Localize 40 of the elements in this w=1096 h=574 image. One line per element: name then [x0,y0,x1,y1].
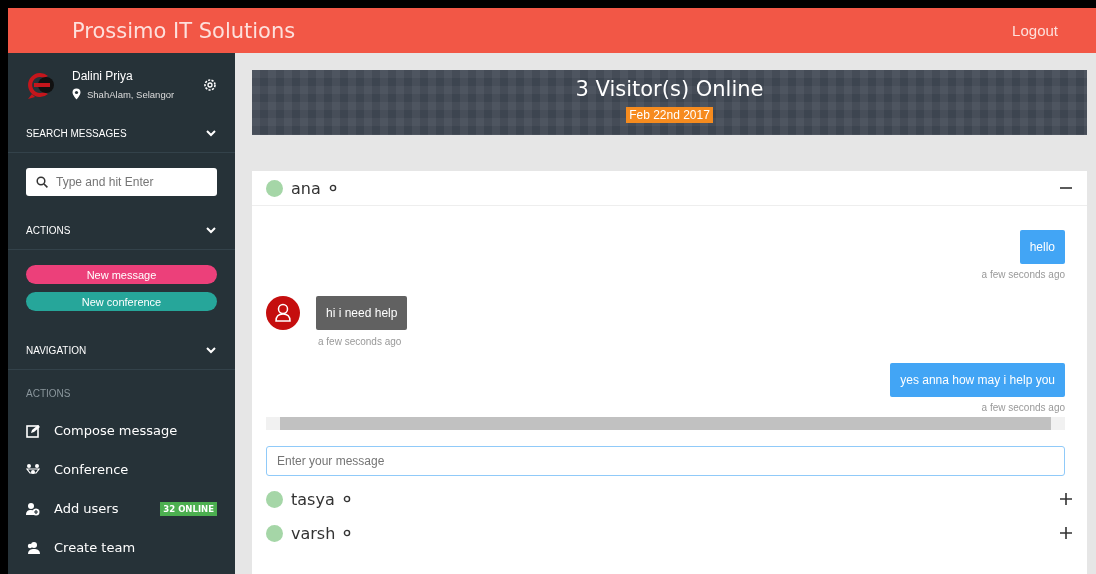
compose-icon [26,423,40,438]
contact-name: ana [291,178,321,198]
online-count-badge: 32 ONLINE [160,501,217,516]
app-title: Prossimo IT Solutions [72,18,296,43]
message-time: a few seconds ago [981,402,1065,413]
chat-header[interactable]: tasya [252,482,1087,516]
message-bubble: hi i need help [316,296,408,330]
location-pin-icon [72,88,81,100]
small-circle-icon [342,495,351,503]
nav-item[interactable]: Create team [26,528,217,567]
avatar-icon [266,296,300,330]
message-time: a few seconds ago [981,269,1065,280]
people-icon [26,462,40,477]
settings-icon[interactable] [203,77,217,92]
small-circle-icon [343,529,352,537]
message-bubble: hello [1019,230,1065,264]
action-button[interactable]: New message [26,265,217,284]
add-user-icon [26,501,40,516]
nav-subheading: ACTIONS [26,387,72,401]
search-icon [36,176,48,188]
message-input[interactable]: Enter your message [266,446,1065,476]
user-name: Dalini Priya [72,69,134,83]
message-bubble: yes anna how may i help you [890,363,1065,397]
expand-icon[interactable] [1060,493,1072,505]
search-field[interactable]: Type and hit Enter [26,168,217,196]
message-time: a few seconds ago [318,336,402,347]
small-circle-icon [328,184,337,192]
expand-icon[interactable] [1060,527,1072,539]
contact-name: varsh [291,523,336,543]
user-location: ShahAlam, Selangor [87,88,175,100]
nav-item[interactable]: Add users 32 ONLINE [26,489,217,528]
contact-name: tasya [291,489,335,509]
visitors-title: 3 Visitor(s) Online [575,77,764,101]
chat-header[interactable]: ana [252,171,1087,206]
date-badge: Feb 22nd 2017 [626,107,713,123]
horizontal-scrollbar[interactable] [266,417,1065,430]
nav-item[interactable]: Compose message [26,411,217,450]
chat-header[interactable]: varsh [252,516,1087,550]
nav-item[interactable]: Conference [26,450,217,489]
team-icon [26,540,40,555]
